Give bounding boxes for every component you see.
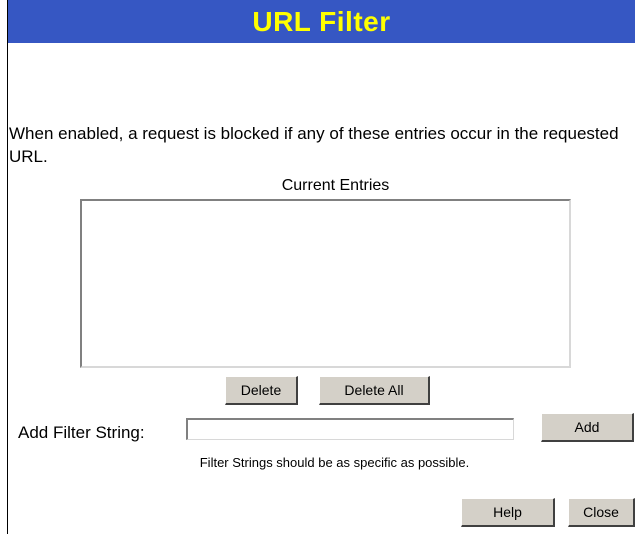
title-bar: URL Filter xyxy=(8,0,635,43)
current-entries-label: Current Entries xyxy=(281,177,390,194)
delete-all-button[interactable]: Delete All xyxy=(319,376,430,405)
page-title: URL Filter xyxy=(252,5,391,37)
filter-hint-text: Filter Strings should be as specific as … xyxy=(199,455,470,470)
close-button[interactable]: Close xyxy=(568,498,635,527)
delete-button[interactable]: Delete xyxy=(225,376,298,405)
description-text: When enabled, a request is blocked if an… xyxy=(9,122,635,168)
page-left-border xyxy=(7,0,8,534)
filter-string-input[interactable] xyxy=(186,418,514,440)
help-button[interactable]: Help xyxy=(461,498,555,527)
current-entries-list[interactable] xyxy=(80,199,571,368)
add-button[interactable]: Add xyxy=(541,413,634,442)
add-filter-label: Add Filter String: xyxy=(18,423,145,442)
description-line: When enabled, a request is blocked if an… xyxy=(9,124,619,166)
